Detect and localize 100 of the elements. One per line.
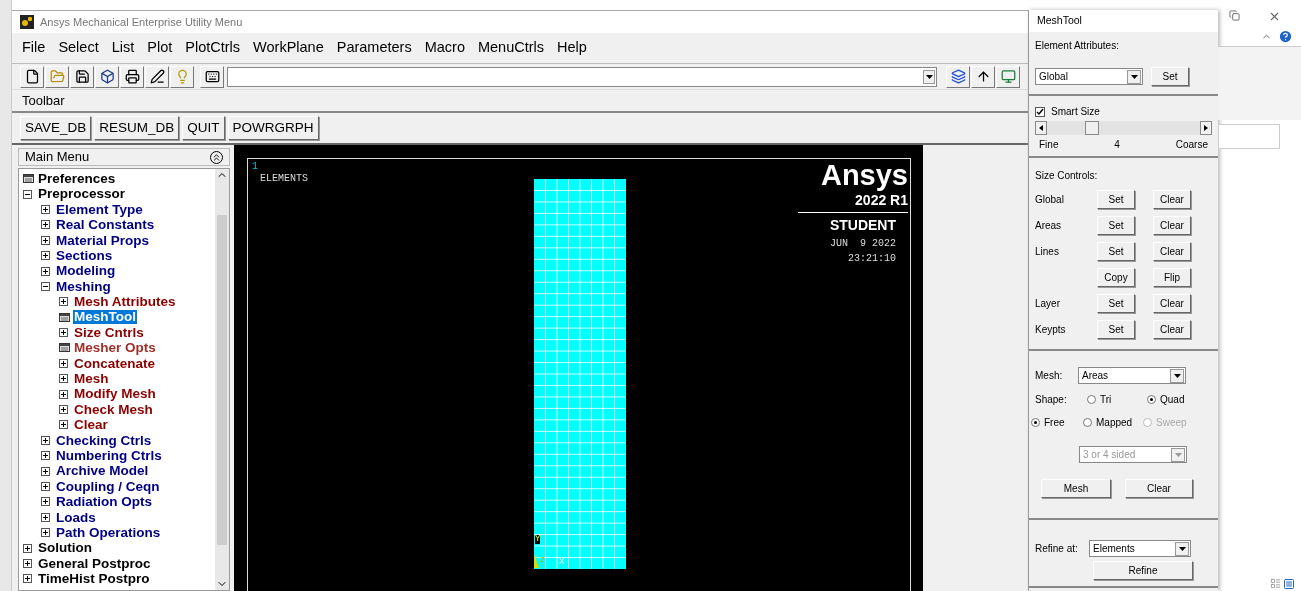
size-control-button[interactable]: Set — [1097, 293, 1135, 313]
expand-icon[interactable] — [41, 482, 50, 491]
save-icon[interactable] — [70, 65, 94, 88]
tree-item[interactable]: Solution — [37, 541, 93, 555]
collapse-icon[interactable] — [41, 281, 50, 291]
menu-item[interactable]: Help — [557, 37, 587, 59]
expand-icon[interactable] — [41, 497, 50, 507]
tree-item[interactable]: Element Type — [55, 202, 144, 217]
size-control-button[interactable]: Clear — [1153, 319, 1191, 339]
expand-icon[interactable] — [23, 558, 32, 568]
expand-icon[interactable] — [59, 297, 68, 307]
tree-item[interactable]: Checking Ctrls — [55, 433, 153, 448]
tree-item[interactable]: MeshTool — [73, 310, 137, 324]
menu-item[interactable]: List — [111, 37, 135, 59]
expand-icon[interactable] — [41, 512, 50, 522]
menu-item[interactable]: WorkPlane — [253, 37, 324, 59]
size-control-button[interactable]: Set — [1097, 241, 1135, 261]
radio-button[interactable] — [1031, 418, 1040, 427]
slider[interactable] — [1035, 121, 1212, 135]
tree-item[interactable]: General Postproc — [37, 556, 152, 571]
tree-item[interactable]: Modeling — [55, 264, 117, 278]
pen-icon[interactable] — [145, 65, 169, 88]
cube-icon[interactable] — [95, 65, 119, 88]
tree-item[interactable]: Modify Mesh — [73, 387, 157, 401]
menu-item[interactable]: Parameters — [336, 37, 412, 59]
close-icon[interactable] — [1268, 10, 1281, 23]
expand-icon[interactable] — [59, 389, 68, 399]
menu-item[interactable]: Select — [58, 37, 99, 59]
tree-item[interactable]: TimeHist Postpro — [37, 572, 151, 586]
mesh-button[interactable]: Mesh — [1041, 479, 1111, 498]
expand-icon[interactable] — [41, 528, 50, 538]
checkbox[interactable] — [1035, 106, 1045, 117]
tree-item[interactable]: Material Props — [55, 233, 151, 247]
tree-item[interactable]: Concatenate — [73, 356, 157, 371]
expand-icon[interactable] — [59, 358, 68, 368]
menu-item[interactable]: File — [22, 37, 46, 59]
printer-icon[interactable] — [120, 65, 144, 88]
toolbar-button[interactable]: QUIT — [182, 116, 225, 140]
expand-icon[interactable] — [41, 251, 50, 261]
dropdown[interactable]: Areas — [1078, 367, 1186, 384]
tree-item[interactable]: Clear — [73, 418, 109, 432]
command-input[interactable] — [227, 66, 937, 87]
size-control-button[interactable]: Set — [1097, 319, 1135, 339]
tree-item[interactable]: Mesh Attributes — [73, 295, 177, 309]
keyboard-icon[interactable] — [200, 65, 224, 88]
tree-item[interactable]: Mesher Opts — [73, 341, 157, 355]
tree-item[interactable]: Size Cntrls — [73, 325, 145, 340]
tree-item[interactable]: Preprocessor — [37, 187, 127, 201]
restore-icon[interactable] — [1229, 10, 1240, 21]
size-control-button[interactable]: Clear — [1153, 241, 1191, 261]
size-control-button[interactable]: Copy — [1097, 267, 1135, 287]
collapse-icon[interactable] — [23, 189, 32, 199]
text-field[interactable] — [1218, 124, 1280, 149]
tree-item[interactable]: Radiation Opts — [55, 495, 153, 509]
expand-icon[interactable] — [41, 466, 50, 476]
toolbar-button[interactable]: RESUM_DB — [94, 116, 180, 140]
expand-icon[interactable] — [59, 420, 68, 430]
tree-item[interactable]: Coupling / Ceqn — [55, 479, 161, 494]
size-control-button[interactable]: Set — [1097, 215, 1135, 235]
expand-icon[interactable] — [59, 328, 68, 338]
radio-button[interactable] — [1087, 395, 1096, 404]
size-control-button[interactable]: Set — [1097, 189, 1135, 209]
tree-item[interactable]: Real Constants — [55, 218, 156, 232]
expand-icon[interactable] — [23, 574, 32, 584]
toolbar-button[interactable]: SAVE_DB — [20, 116, 92, 140]
clear-button[interactable]: Clear — [1125, 479, 1193, 498]
tree-item[interactable]: Sections — [55, 248, 114, 263]
tree-item[interactable]: Meshing — [55, 279, 112, 294]
expand-icon[interactable] — [23, 543, 32, 553]
help-bulb-icon[interactable] — [170, 65, 194, 88]
size-control-button[interactable]: Clear — [1153, 215, 1191, 235]
menu-item[interactable]: Plot — [147, 37, 173, 59]
tree-item[interactable]: Path Operations — [55, 525, 162, 540]
refine-button[interactable]: Refine — [1093, 561, 1193, 580]
help-icon[interactable] — [1278, 29, 1293, 44]
menu-item[interactable]: MenuCtrls — [477, 37, 545, 59]
menu-item[interactable]: PlotCtrls — [185, 37, 241, 59]
expand-icon[interactable] — [41, 435, 50, 445]
size-control-button[interactable]: Flip — [1153, 267, 1191, 287]
expand-icon[interactable] — [59, 405, 68, 415]
expand-icon[interactable] — [41, 266, 50, 276]
new-file-icon[interactable] — [20, 65, 44, 88]
tree-item[interactable]: Preferences — [37, 171, 117, 186]
scrollbar[interactable] — [215, 169, 229, 590]
expand-icon[interactable] — [41, 235, 50, 245]
expand-icon[interactable] — [59, 374, 68, 384]
expand-icon[interactable] — [41, 204, 50, 214]
tree-item[interactable]: Loads — [55, 510, 97, 525]
menu-item[interactable]: Macro — [424, 37, 465, 59]
radio-button[interactable] — [1083, 418, 1092, 427]
tree-item[interactable]: Archive Model — [55, 464, 150, 478]
expand-icon[interactable] — [41, 451, 50, 461]
dropdown[interactable]: Global — [1035, 68, 1143, 85]
preview-view-icon[interactable] — [1283, 578, 1295, 590]
monitor-icon[interactable] — [996, 65, 1020, 88]
radio-button[interactable] — [1147, 395, 1156, 404]
tree-item[interactable]: Mesh — [73, 372, 110, 386]
toolbar-button[interactable]: POWRGRPH — [227, 116, 319, 140]
dropdown[interactable]: Elements — [1089, 540, 1191, 557]
slider-thumb[interactable] — [1085, 121, 1100, 135]
